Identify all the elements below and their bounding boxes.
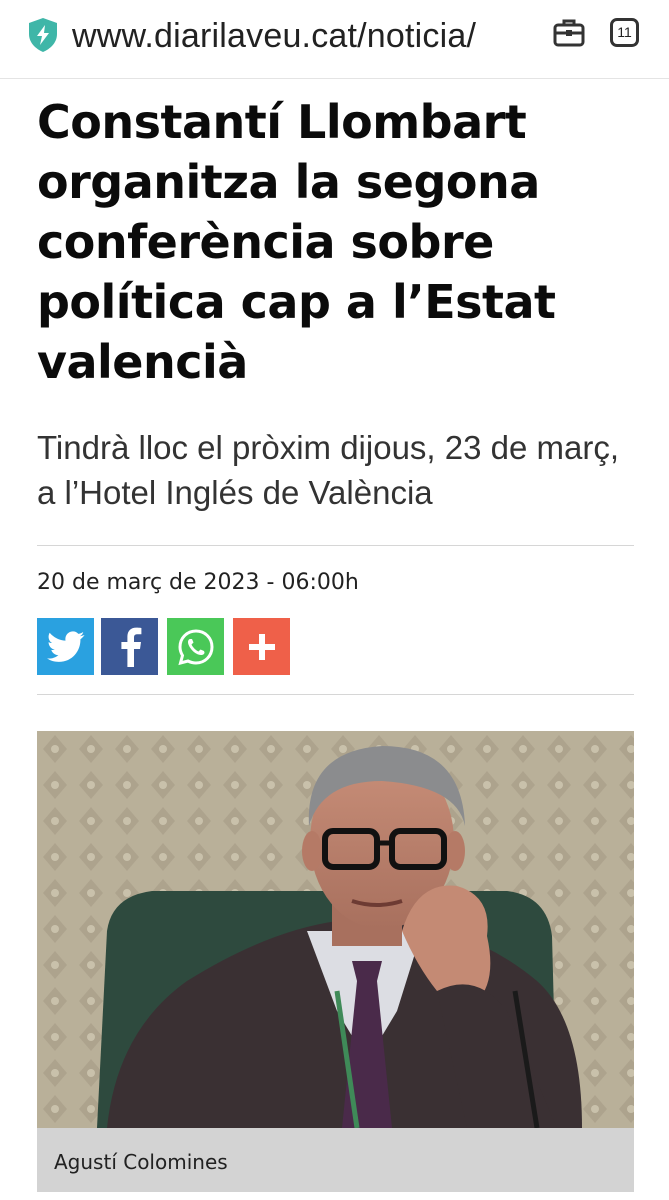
twitter-bird-icon [46,630,84,662]
whatsapp-share-button[interactable] [167,618,224,675]
divider [37,545,634,546]
divider [37,694,634,695]
photo-caption: Agustí Colomines [54,1150,228,1174]
photo-caption-bar: Agustí Colomines [37,1128,634,1192]
publish-date: 20 de març de 2023 - 06:00h [37,570,359,595]
tab-count-button[interactable]: 11 [610,18,639,47]
whatsapp-icon [177,628,214,665]
article-photo[interactable] [37,731,634,1128]
article-subtitle: Tindrà lloc el pròxim dijous, 23 de març… [37,429,620,511]
address-field[interactable]: www.diarilaveu.cat/noticia/ [72,14,532,58]
briefcase-icon[interactable] [552,17,586,49]
article-title: Constantí Llombart organitza la segona c… [37,95,556,389]
facebook-f-icon [120,627,141,667]
browser-url-bar: www.diarilaveu.cat/noticia/ 11 [0,0,669,79]
facebook-share-button[interactable] [101,618,158,675]
twitter-share-button[interactable] [37,618,94,675]
shield-bolt-icon[interactable] [27,17,59,53]
more-share-button[interactable] [233,618,290,675]
plus-icon [248,633,275,660]
portrait-image [37,731,634,1128]
